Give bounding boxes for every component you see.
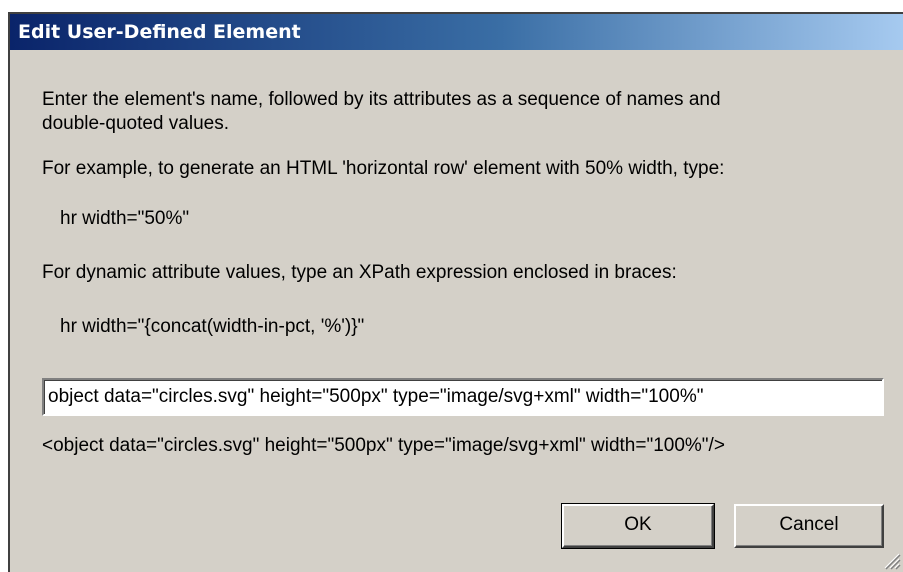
ok-button[interactable]: OK: [561, 503, 715, 549]
instructions-line-1: Enter the element's name, followed by it…: [42, 89, 721, 110]
dialog-title: Edit User-Defined Element: [18, 21, 301, 43]
dialog-title-bar[interactable]: Edit User-Defined Element: [10, 14, 903, 50]
element-definition-input[interactable]: object data="circles.svg" height="500px"…: [42, 378, 884, 416]
resize-grip-icon[interactable]: [881, 550, 901, 570]
edit-user-defined-element-dialog: Edit User-Defined Element Enter the elem…: [8, 12, 903, 572]
example-intro-text: For example, to generate an HTML 'horizo…: [42, 158, 725, 179]
instructions-line-2: double-quoted values.: [42, 113, 229, 134]
dynamic-intro-text: For dynamic attribute values, type an XP…: [42, 262, 677, 283]
element-preview-text: <object data="circles.svg" height="500px…: [42, 435, 725, 456]
example-code-text: hr width="50%": [60, 208, 190, 229]
cancel-button[interactable]: Cancel: [734, 504, 884, 548]
dynamic-code-text: hr width="{concat(width-in-pct, '%')}": [60, 316, 365, 337]
